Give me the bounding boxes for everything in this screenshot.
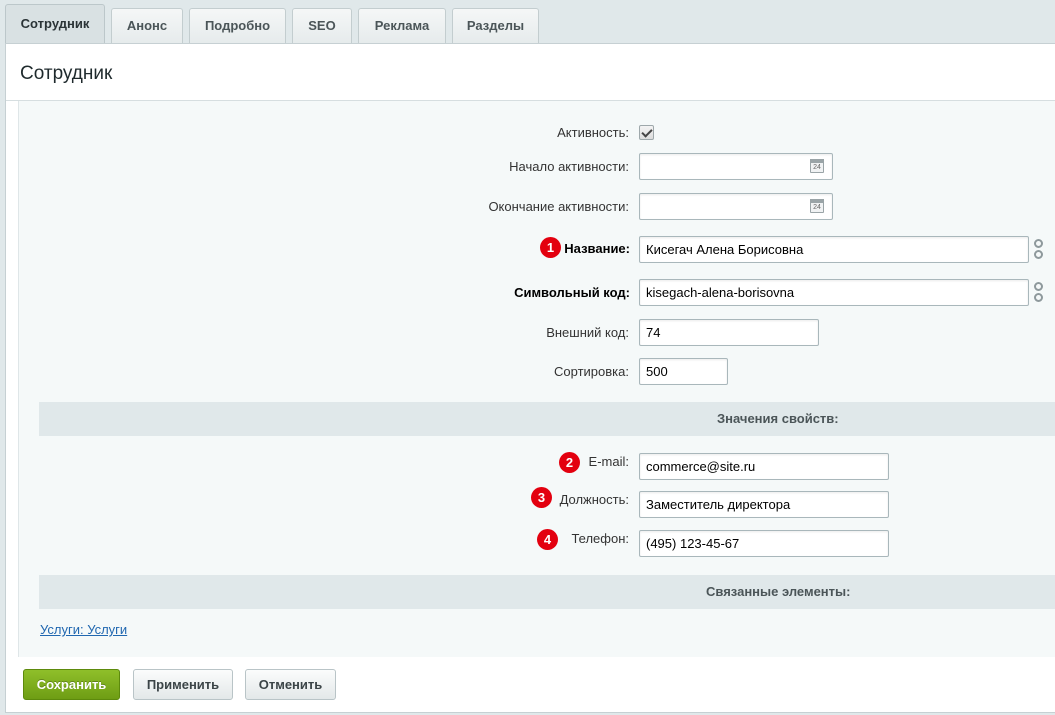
page-title: Сотрудник <box>6 44 1055 101</box>
tab-sections[interactable]: Разделы <box>452 8 539 43</box>
active-label: Активность: <box>557 125 629 140</box>
callout-badge-1: 1 <box>540 237 561 258</box>
tab-employee[interactable]: Сотрудник <box>5 4 105 44</box>
name-label: Название: <box>564 241 630 256</box>
properties-section-header: Значения свойств: <box>39 402 1055 436</box>
end-date-label: Окончание активности: <box>488 199 629 214</box>
main-panel: Сотрудник Активность: Начало активности:… <box>5 43 1055 713</box>
phone-input[interactable]: (495) 123-45-67 <box>639 530 889 557</box>
callout-badge-3: 3 <box>531 487 552 508</box>
phone-label: Телефон: <box>571 531 629 546</box>
tab-announce[interactable]: Анонс <box>111 8 183 43</box>
end-date-input[interactable]: 24 <box>639 193 833 220</box>
position-input[interactable]: Заместитель директора <box>639 491 889 518</box>
form-area: Активность: Начало активности: 24 Оконча… <box>18 101 1055 657</box>
cancel-button[interactable]: Отменить <box>245 669 336 700</box>
code-input[interactable]: kisegach-alena-borisovna <box>639 279 1029 306</box>
active-checkbox[interactable] <box>639 125 654 140</box>
email-input[interactable]: commerce@site.ru <box>639 453 889 480</box>
related-section-header: Связанные элементы: <box>39 575 1055 609</box>
calendar-day: 24 <box>813 204 821 211</box>
sort-label: Сортировка: <box>554 364 629 379</box>
translit-link-icon[interactable] <box>1034 280 1044 304</box>
save-button[interactable]: Сохранить <box>23 669 120 700</box>
tab-seo[interactable]: SEO <box>292 8 352 43</box>
sort-input[interactable]: 500 <box>639 358 728 385</box>
tab-advertising[interactable]: Реклама <box>358 8 446 43</box>
calendar-day: 24 <box>813 164 821 171</box>
tab-bar: Сотрудник Анонс Подробно SEO Реклама Раз… <box>0 0 1055 44</box>
translit-link-icon[interactable] <box>1034 237 1044 261</box>
external-code-input[interactable]: 74 <box>639 319 819 346</box>
external-code-label: Внешний код: <box>546 325 629 340</box>
email-label: E-mail: <box>588 454 629 469</box>
callout-badge-2: 2 <box>559 452 580 473</box>
calendar-icon[interactable]: 24 <box>810 199 824 213</box>
name-input[interactable]: Кисегач Алена Борисовна <box>639 236 1029 263</box>
related-services-link[interactable]: Услуги: Услуги <box>40 622 127 637</box>
apply-button[interactable]: Применить <box>133 669 233 700</box>
properties-header-text: Значения свойств: <box>717 411 839 426</box>
position-label: Должность: <box>559 492 629 507</box>
calendar-icon[interactable]: 24 <box>810 159 824 173</box>
start-date-label: Начало активности: <box>509 159 629 174</box>
related-header-text: Связанные элементы: <box>706 584 851 599</box>
code-label: Символьный код: <box>514 285 630 300</box>
callout-badge-4: 4 <box>537 529 558 550</box>
start-date-input[interactable]: 24 <box>639 153 833 180</box>
tab-details[interactable]: Подробно <box>189 8 286 43</box>
